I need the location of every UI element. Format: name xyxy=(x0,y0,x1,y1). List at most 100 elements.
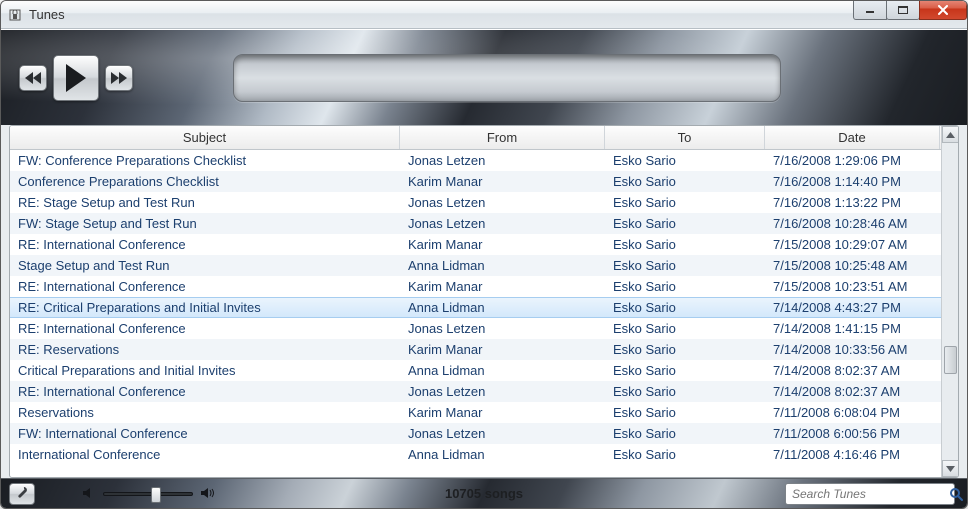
volume-high-icon xyxy=(201,486,215,501)
cell-to: Esko Sario xyxy=(605,237,765,252)
cell-subject: RE: Stage Setup and Test Run xyxy=(10,195,400,210)
close-button[interactable] xyxy=(919,0,967,20)
cell-subject: Reservations xyxy=(10,405,400,420)
cell-date: 7/14/2008 8:02:37 AM xyxy=(765,363,940,378)
column-header-to[interactable]: To xyxy=(605,126,765,149)
cell-subject: International Conference xyxy=(10,447,400,462)
cell-date: 7/15/2008 10:25:48 AM xyxy=(765,258,940,273)
table-row[interactable]: RE: Stage Setup and Test RunJonas Letzen… xyxy=(10,192,941,213)
volume-slider[interactable] xyxy=(103,492,193,496)
cell-from: Jonas Letzen xyxy=(400,153,605,168)
wrench-icon xyxy=(15,485,29,502)
transport-controls xyxy=(19,55,133,101)
minimize-button[interactable] xyxy=(853,0,887,20)
cell-date: 7/15/2008 10:23:51 AM xyxy=(765,279,940,294)
table-row[interactable]: Conference Preparations ChecklistKarim M… xyxy=(10,171,941,192)
table-row[interactable]: RE: Critical Preparations and Initial In… xyxy=(10,297,941,318)
cell-from: Karim Manar xyxy=(400,342,605,357)
cell-from: Anna Lidman xyxy=(400,300,605,315)
cell-date: 7/16/2008 1:14:40 PM xyxy=(765,174,940,189)
cell-to: Esko Sario xyxy=(605,279,765,294)
cell-subject: RE: International Conference xyxy=(10,237,400,252)
cell-from: Karim Manar xyxy=(400,237,605,252)
cell-date: 7/14/2008 8:02:37 AM xyxy=(765,384,940,399)
cell-subject: RE: Critical Preparations and Initial In… xyxy=(10,300,400,315)
play-button[interactable] xyxy=(53,55,99,101)
cell-from: Anna Lidman xyxy=(400,447,605,462)
cell-to: Esko Sario xyxy=(605,195,765,210)
window-controls xyxy=(854,0,967,20)
column-header-from[interactable]: From xyxy=(400,126,605,149)
cell-to: Esko Sario xyxy=(605,384,765,399)
cell-from: Karim Manar xyxy=(400,279,605,294)
cell-from: Jonas Letzen xyxy=(400,426,605,441)
search-icon xyxy=(949,487,963,501)
cell-to: Esko Sario xyxy=(605,300,765,315)
table-row[interactable]: RE: International ConferenceKarim ManarE… xyxy=(10,234,941,255)
next-button[interactable] xyxy=(105,65,133,91)
table-row[interactable]: ReservationsKarim ManarEsko Sario7/11/20… xyxy=(10,402,941,423)
cell-from: Jonas Letzen xyxy=(400,384,605,399)
search-input[interactable] xyxy=(792,487,949,501)
cell-to: Esko Sario xyxy=(605,321,765,336)
cell-subject: RE: International Conference xyxy=(10,279,400,294)
table-row[interactable]: RE: International ConferenceKarim ManarE… xyxy=(10,276,941,297)
cell-to: Esko Sario xyxy=(605,405,765,420)
grid-header: Subject From To Date xyxy=(10,126,941,150)
cell-subject: RE: Reservations xyxy=(10,342,400,357)
table-row[interactable]: Critical Preparations and Initial Invite… xyxy=(10,360,941,381)
cell-from: Anna Lidman xyxy=(400,363,605,378)
settings-button[interactable] xyxy=(9,483,35,505)
volume-low-icon xyxy=(83,486,95,501)
column-header-date[interactable]: Date xyxy=(765,126,940,149)
data-grid: Subject From To Date FW: Conference Prep… xyxy=(10,126,941,477)
cell-from: Jonas Letzen xyxy=(400,195,605,210)
content-area: Subject From To Date FW: Conference Prep… xyxy=(9,125,959,478)
cell-date: 7/14/2008 1:41:15 PM xyxy=(765,321,940,336)
cell-subject: Stage Setup and Test Run xyxy=(10,258,400,273)
search-box[interactable] xyxy=(785,483,955,505)
cell-date: 7/16/2008 10:28:46 AM xyxy=(765,216,940,231)
cell-subject: FW: Conference Preparations Checklist xyxy=(10,153,400,168)
table-row[interactable]: RE: International ConferenceJonas Letzen… xyxy=(10,381,941,402)
titlebar: Tunes xyxy=(1,1,967,29)
cell-from: Jonas Letzen xyxy=(400,321,605,336)
cell-date: 7/16/2008 1:13:22 PM xyxy=(765,195,940,210)
cell-to: Esko Sario xyxy=(605,258,765,273)
cell-subject: Critical Preparations and Initial Invite… xyxy=(10,363,400,378)
table-row[interactable]: RE: ReservationsKarim ManarEsko Sario7/1… xyxy=(10,339,941,360)
cell-to: Esko Sario xyxy=(605,363,765,378)
cell-subject: FW: International Conference xyxy=(10,426,400,441)
cell-from: Jonas Letzen xyxy=(400,216,605,231)
window-title: Tunes xyxy=(29,7,65,22)
cell-subject: FW: Stage Setup and Test Run xyxy=(10,216,400,231)
column-header-subject[interactable]: Subject xyxy=(10,126,400,149)
volume-thumb[interactable] xyxy=(151,487,161,503)
cell-subject: RE: International Conference xyxy=(10,321,400,336)
cell-date: 7/14/2008 4:43:27 PM xyxy=(765,300,940,315)
cell-to: Esko Sario xyxy=(605,174,765,189)
cell-from: Karim Manar xyxy=(400,174,605,189)
statusbar: 10705 songs xyxy=(1,478,967,508)
maximize-button[interactable] xyxy=(886,0,920,20)
table-row[interactable]: FW: Stage Setup and Test RunJonas Letzen… xyxy=(10,213,941,234)
cell-date: 7/16/2008 1:29:06 PM xyxy=(765,153,940,168)
scroll-thumb[interactable] xyxy=(944,346,957,374)
cell-from: Karim Manar xyxy=(400,405,605,420)
table-row[interactable]: FW: International ConferenceJonas Letzen… xyxy=(10,423,941,444)
scroll-up-button[interactable] xyxy=(942,126,959,143)
table-row[interactable]: Stage Setup and Test RunAnna LidmanEsko … xyxy=(10,255,941,276)
table-row[interactable]: RE: International ConferenceJonas Letzen… xyxy=(10,318,941,339)
cell-date: 7/15/2008 10:29:07 AM xyxy=(765,237,940,252)
app-icon xyxy=(7,7,23,23)
cell-to: Esko Sario xyxy=(605,216,765,231)
cell-subject: RE: International Conference xyxy=(10,384,400,399)
cell-date: 7/11/2008 6:00:56 PM xyxy=(765,426,940,441)
previous-button[interactable] xyxy=(19,65,47,91)
scroll-down-button[interactable] xyxy=(942,460,959,477)
vertical-scrollbar[interactable] xyxy=(941,126,958,477)
cell-from: Anna Lidman xyxy=(400,258,605,273)
table-row[interactable]: FW: Conference Preparations ChecklistJon… xyxy=(10,150,941,171)
table-row[interactable]: International ConferenceAnna LidmanEsko … xyxy=(10,444,941,465)
cell-to: Esko Sario xyxy=(605,426,765,441)
